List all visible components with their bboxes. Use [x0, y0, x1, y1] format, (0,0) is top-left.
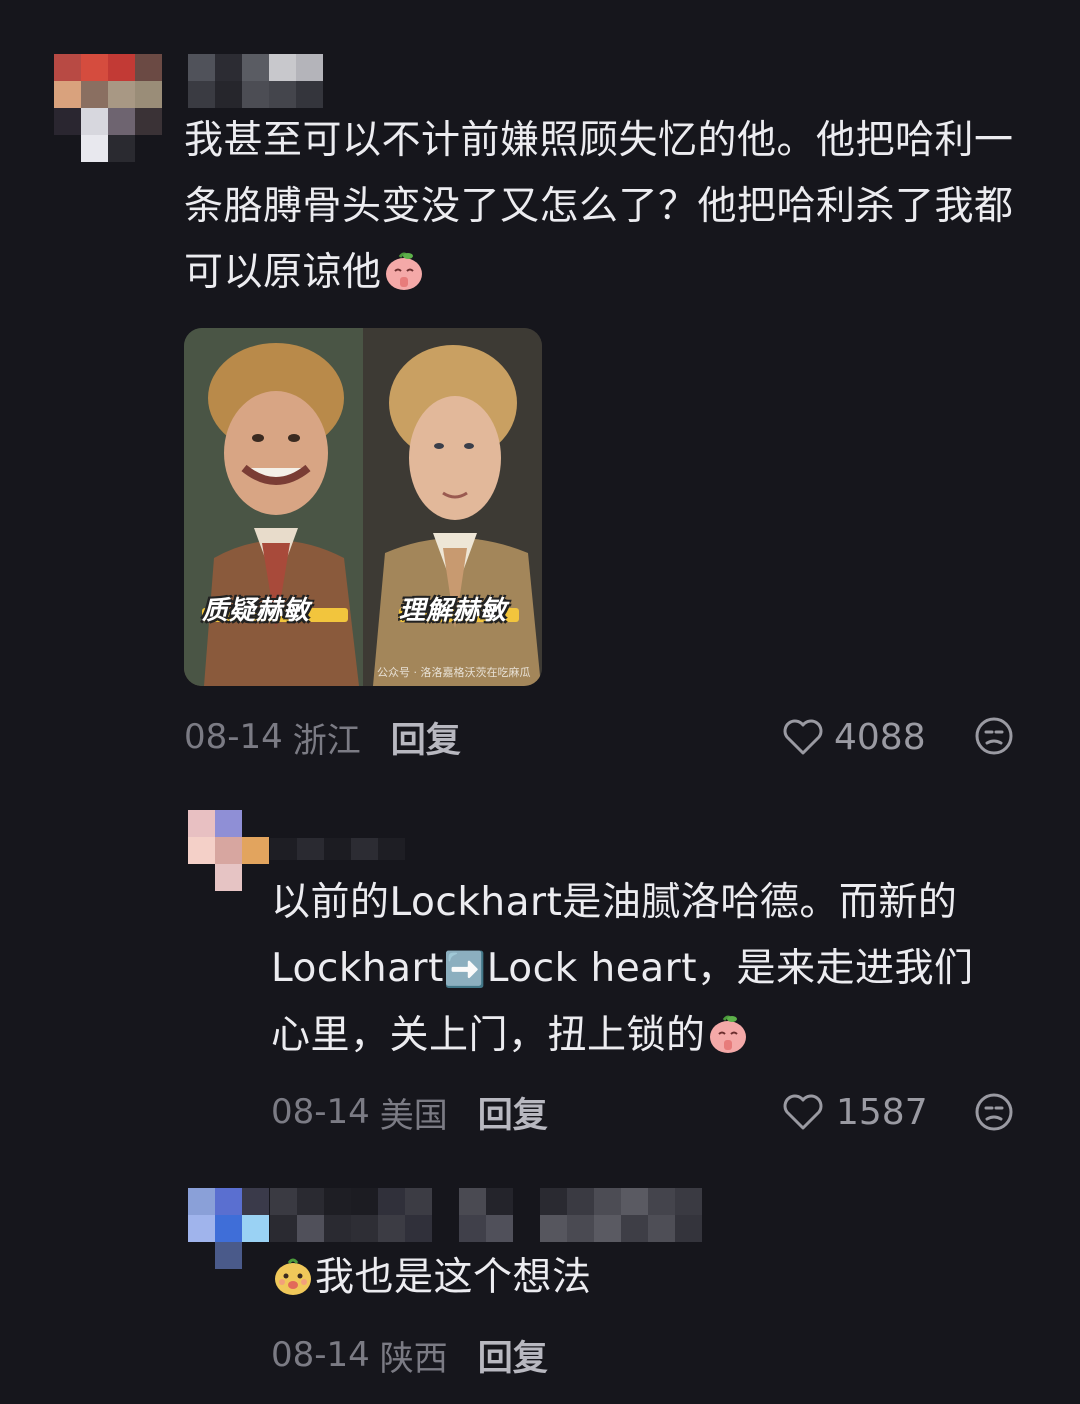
comment-meta: 08-14 陕西 回复 — [271, 1330, 548, 1380]
meh-face-icon[interactable] — [974, 1092, 1014, 1132]
image-right-panel: 理解赫敏 公众号 · 洛洛嘉格沃茨在吃麻瓜 — [363, 328, 542, 686]
praying-peach-emoji-icon — [385, 252, 422, 290]
comment-date: 08-14 — [271, 1092, 370, 1132]
comment-text: 我甚至可以不计前嫌照顾失忆的他。他把哈利一条胳膊骨头变没了又怎么了？他把哈利杀了… — [184, 108, 1034, 306]
smiling-potato-emoji-icon — [275, 1258, 311, 1295]
comment-image[interactable]: 质疑赫敏 理解赫敏 公众号 · 洛洛嘉格沃茨在吃麻瓜 — [184, 328, 542, 686]
comment-meta: 08-14 美国 回复 — [271, 1087, 548, 1137]
like-count: 1587 — [836, 1091, 928, 1133]
comment-meta: 08-14 浙江 回复 — [184, 712, 461, 762]
image-watermark: 公众号 · 洛洛嘉格沃茨在吃麻瓜 — [377, 666, 531, 679]
reply-button[interactable]: 回复 — [478, 1087, 548, 1138]
avatar[interactable] — [54, 54, 162, 162]
heart-outline-icon — [783, 1094, 823, 1130]
right-caption: 理解赫敏 — [399, 596, 508, 626]
comment-location: 美国 — [379, 1095, 448, 1136]
comment-text: 我也是这个想法 — [271, 1245, 1011, 1311]
like-button[interactable]: 1587 — [782, 1087, 928, 1137]
avatar[interactable] — [188, 810, 269, 891]
image-left-panel: 质疑赫敏 — [184, 328, 363, 686]
reply-button[interactable]: 回复 — [391, 712, 461, 763]
portrait-left-graphic — [184, 328, 363, 686]
comment-date: 08-14 — [271, 1335, 370, 1375]
arrow-right-icon: ➡️ — [443, 950, 487, 990]
heart-outline-icon — [783, 719, 823, 755]
praying-peach-emoji-icon — [709, 1015, 746, 1053]
portrait-right-graphic — [363, 328, 542, 686]
comment-text-body: 我甚至可以不计前嫌照顾失忆的他。他把哈利一条胳膊骨头变没了又怎么了？他把哈利杀了… — [184, 118, 1014, 295]
like-count: 4088 — [834, 716, 926, 758]
like-button[interactable]: 4088 — [782, 712, 926, 762]
left-caption: 质疑赫敏 — [202, 596, 311, 626]
reply-button[interactable]: 回复 — [478, 1330, 548, 1381]
meh-face-icon[interactable] — [974, 716, 1014, 756]
username[interactable] — [188, 54, 324, 108]
comment-date: 08-14 — [184, 717, 283, 757]
comment-location: 浙江 — [292, 720, 361, 761]
username[interactable] — [270, 838, 406, 860]
comment-location: 陕西 — [379, 1338, 448, 1379]
avatar[interactable] — [188, 1188, 269, 1269]
comment-text: 以前的Lockhart是油腻洛哈德。而新的Lockhart➡️Lock hear… — [271, 870, 1011, 1069]
username[interactable] — [270, 1188, 702, 1242]
comment-text-body: 我也是这个想法 — [315, 1255, 592, 1300]
